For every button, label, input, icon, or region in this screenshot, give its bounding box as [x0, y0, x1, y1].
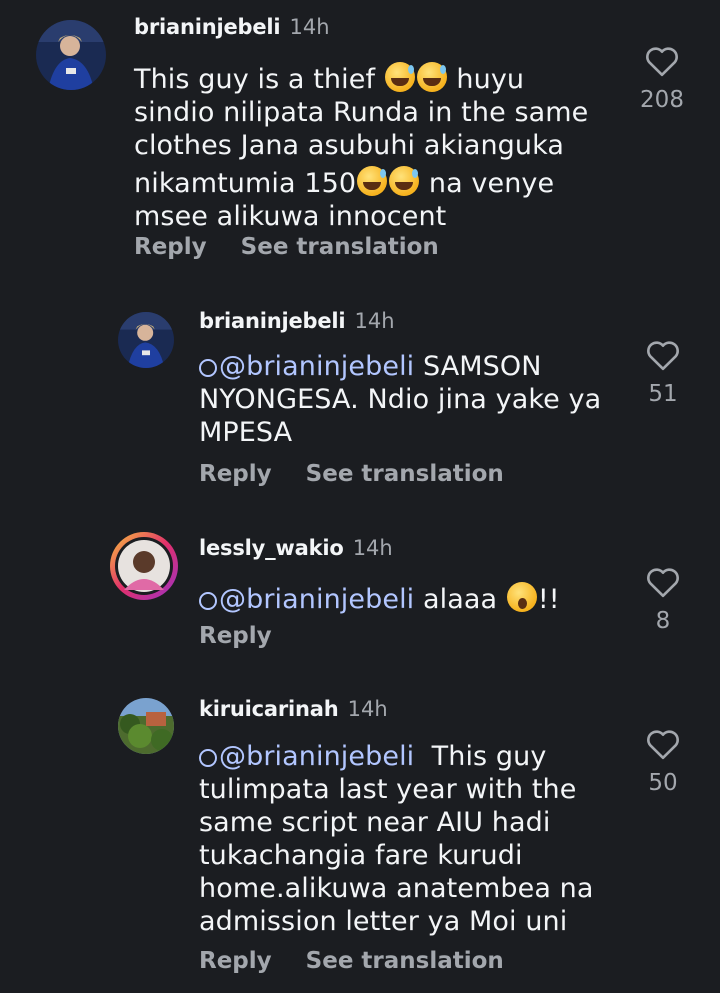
- comment-line: home.alikuwa anatembea na: [199, 873, 594, 904]
- username[interactable]: brianinjebeli: [199, 309, 346, 333]
- comment-line: tulimpata last year with the: [199, 774, 577, 805]
- username[interactable]: brianinjebeli: [134, 15, 281, 39]
- mention-link[interactable]: @brianinjebeli: [199, 351, 414, 382]
- reply-button[interactable]: Reply: [199, 623, 272, 649]
- comment-line: NYONGESA. Ndio jina yake ya: [199, 384, 602, 415]
- comment-line: This guy is a thief huyu: [134, 62, 525, 95]
- see-translation-button[interactable]: See translation: [306, 948, 504, 974]
- sweat-smile-emoji-icon: [357, 166, 388, 196]
- sweat-smile-emoji-icon: [384, 62, 415, 92]
- like-count: 208: [640, 87, 684, 113]
- comment-line: @brianinjebeli This guy: [199, 740, 619, 773]
- comment-text: @brianinjebeli alaaa !!: [199, 578, 619, 616]
- threads-at-icon: [199, 592, 217, 610]
- like-count: 50: [648, 770, 678, 796]
- like-count: 51: [648, 381, 678, 407]
- reply-button[interactable]: Reply: [199, 948, 272, 974]
- comment-line: @brianinjebeli SAMSON: [199, 350, 619, 383]
- reply-button[interactable]: Reply: [134, 234, 207, 260]
- heart-icon[interactable]: [645, 566, 681, 598]
- timestamp: 14h: [354, 309, 395, 333]
- comment-line: tukachangia fare kurudi: [199, 840, 523, 871]
- avatar[interactable]: [110, 532, 178, 600]
- comment-line: nikamtumia 150 na venye: [134, 166, 555, 199]
- comment-line: same script near AIU hadi: [199, 807, 551, 838]
- see-translation-button[interactable]: See translation: [306, 461, 504, 487]
- like-control: 50: [633, 728, 693, 796]
- mention-link[interactable]: @brianinjebeli: [199, 741, 414, 772]
- heart-icon[interactable]: [644, 45, 680, 77]
- like-count: 8: [655, 608, 671, 634]
- heart-icon[interactable]: [645, 339, 681, 371]
- comment-line: admission letter ya Moi uni: [199, 906, 568, 937]
- avatar[interactable]: [118, 312, 174, 368]
- like-control: 8: [633, 566, 693, 634]
- reply-button[interactable]: Reply: [199, 461, 272, 487]
- username[interactable]: kiruicarinah: [199, 697, 339, 721]
- comment-text: This guy is a thief huyu sindio nilipata…: [134, 58, 604, 233]
- timestamp: 14h: [289, 15, 330, 39]
- avatar[interactable]: [36, 20, 106, 90]
- avatar[interactable]: [118, 698, 174, 754]
- threads-at-icon: [199, 359, 217, 377]
- comment-line: msee alikuwa innocent: [134, 201, 447, 232]
- heart-icon[interactable]: [645, 728, 681, 760]
- timestamp: 14h: [352, 536, 393, 560]
- surprised-emoji-icon: [506, 582, 537, 612]
- like-control: 208: [632, 45, 692, 113]
- sweat-smile-emoji-icon: [389, 166, 420, 196]
- see-translation-button[interactable]: See translation: [241, 234, 439, 260]
- sweat-smile-emoji-icon: [416, 62, 447, 92]
- comment-line: sindio nilipata Runda in the same: [134, 97, 589, 128]
- like-control: 51: [633, 339, 693, 407]
- comment-line: MPESA: [199, 417, 293, 448]
- comment-line: clothes Jana asubuhi akianguka: [134, 130, 565, 161]
- mention-link[interactable]: @brianinjebeli: [199, 584, 414, 615]
- comment-text: @brianinjebeli This guy tulimpata last y…: [199, 740, 619, 938]
- comment-line: @brianinjebeli alaaa !!: [199, 578, 619, 616]
- username[interactable]: lessly_wakio: [199, 536, 344, 560]
- timestamp: 14h: [347, 697, 388, 721]
- threads-at-icon: [199, 749, 217, 767]
- comment-text: @brianinjebeli SAMSON NYONGESA. Ndio jin…: [199, 350, 619, 449]
